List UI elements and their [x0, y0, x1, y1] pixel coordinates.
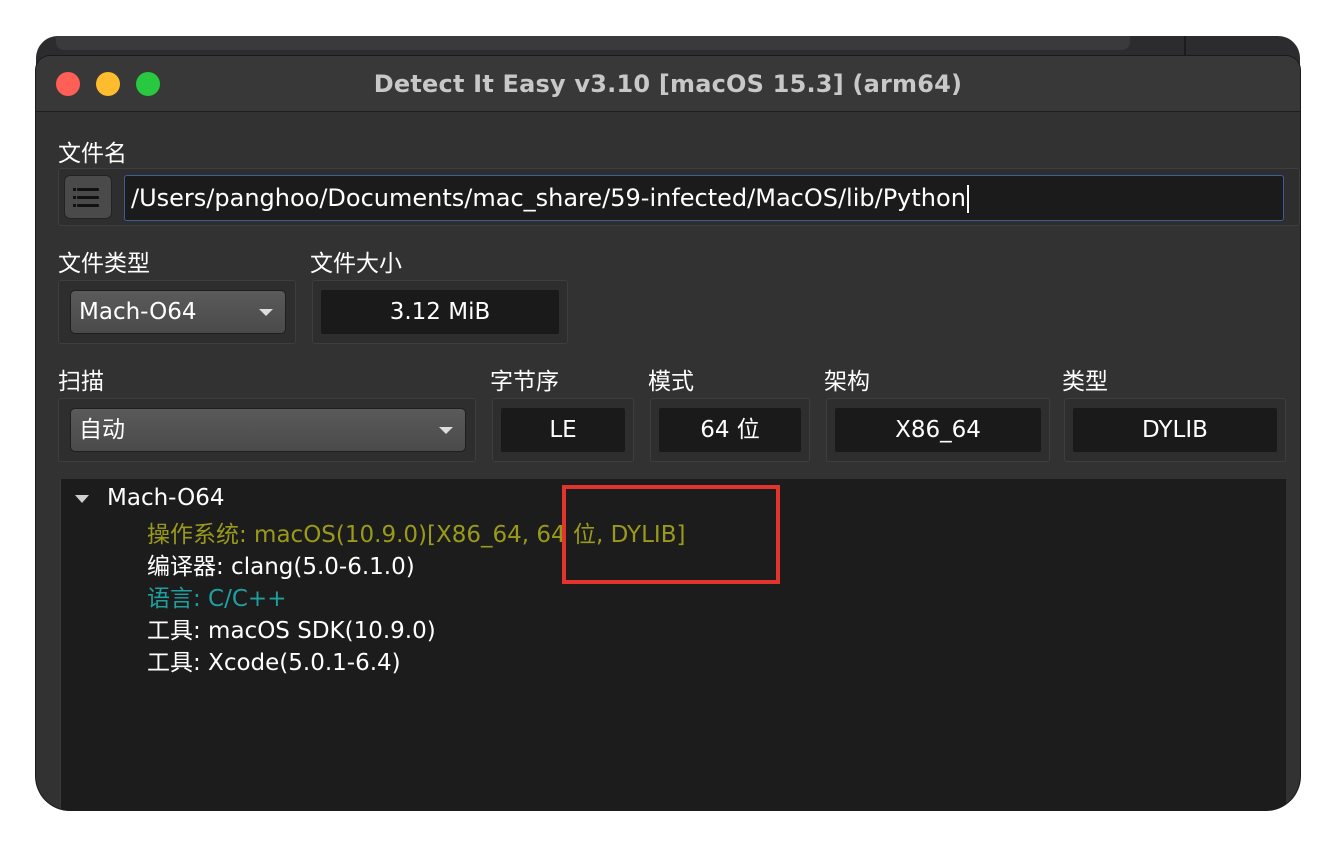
- tree-item-xcode[interactable]: 工具: Xcode(5.0.1-6.4): [147, 643, 401, 677]
- type-label: 类型: [1062, 369, 1108, 395]
- file-size-value: 3.12 MiB: [321, 290, 559, 334]
- file-path-input[interactable]: /Users/panghoo/Documents/mac_share/59-in…: [124, 175, 1284, 221]
- scan-mode-select[interactable]: 自动: [70, 408, 466, 452]
- mode-value: 64 位: [659, 408, 801, 452]
- list-icon-dot: [73, 196, 76, 199]
- chevron-down-icon: [439, 427, 453, 434]
- scan-mode-value: 自动: [79, 417, 125, 443]
- title-bar: Detect It Easy v3.10 [macOS 15.3] (arm64…: [36, 56, 1300, 112]
- list-icon-dot: [73, 204, 76, 207]
- tree-root-item[interactable]: Mach-O64: [107, 485, 224, 511]
- arch-value: X86_64: [835, 408, 1041, 452]
- file-type-select[interactable]: Mach-O64: [70, 290, 286, 334]
- type-value: DYLIB: [1073, 408, 1277, 452]
- file-type-value: Mach-O64: [79, 299, 197, 325]
- tree-item-compiler[interactable]: 编译器: clang(5.0-6.1.0): [147, 547, 415, 581]
- arch-label: 架构: [824, 369, 870, 395]
- red-highlight-box: [562, 485, 780, 584]
- list-icon-bar: [77, 196, 99, 199]
- file-path-text: /Users/panghoo/Documents/mac_share/59-in…: [131, 184, 966, 212]
- scan-label: 扫描: [58, 369, 104, 395]
- text-caret: [966, 185, 969, 213]
- tree-item-sdk[interactable]: 工具: macOS SDK(10.9.0): [147, 611, 436, 645]
- die-window: Detect It Easy v3.10 [macOS 15.3] (arm64…: [36, 56, 1300, 810]
- list-icon-bar: [77, 188, 99, 191]
- list-icon-bar: [77, 204, 99, 207]
- window-title: Detect It Easy v3.10 [macOS 15.3] (arm64…: [373, 70, 963, 98]
- file-size-label: 文件大小: [310, 251, 402, 277]
- endianness-value: LE: [501, 408, 625, 452]
- endianness-label: 字节序: [490, 369, 559, 395]
- file-name-label: 文件名: [58, 141, 127, 167]
- mode-label: 模式: [648, 369, 694, 395]
- expand-arrow-icon[interactable]: [75, 495, 89, 503]
- file-list-button[interactable]: [64, 175, 112, 219]
- file-type-label: 文件类型: [58, 251, 150, 277]
- chevron-down-icon: [259, 309, 273, 316]
- background-window-strip: [56, 36, 1130, 50]
- list-icon-dot: [73, 188, 76, 191]
- tree-item-language[interactable]: 语言: C/C++: [147, 579, 286, 613]
